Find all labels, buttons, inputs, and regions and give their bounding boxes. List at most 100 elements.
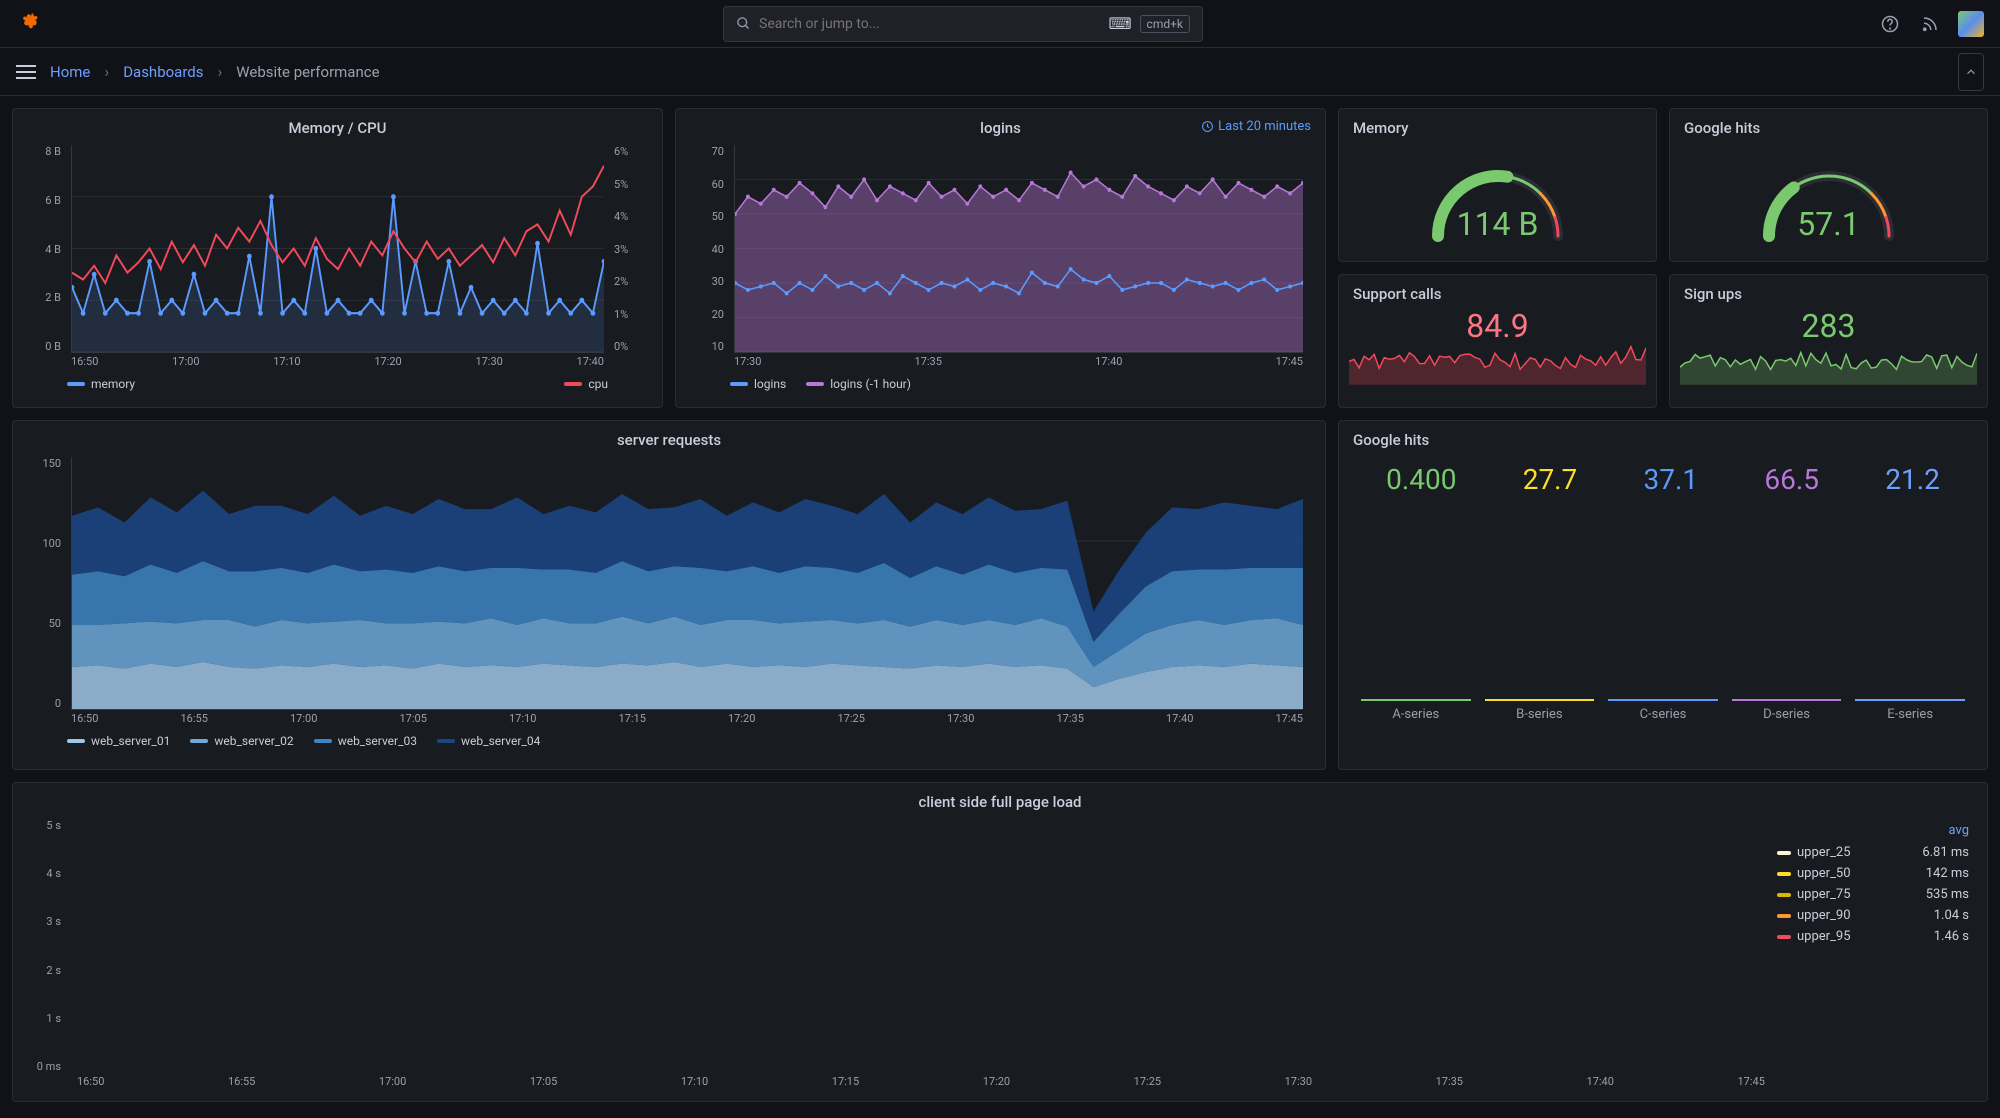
legend-web_server_01[interactable]: web_server_01 (67, 734, 170, 748)
legend-web_server_02[interactable]: web_server_02 (190, 734, 293, 748)
dashboard-grid: Memory / CPU 8 B6 B4 B2 B0 B 6%5%4%3%2%1… (0, 96, 2000, 1114)
bar-value-row: 0.400 27.7 37.1 66.5 21.2 (1353, 463, 1973, 496)
crumb-current: Website performance (236, 63, 379, 81)
legend-header: avg (1893, 819, 1973, 842)
sparkline (1349, 345, 1646, 385)
stat-value: 283 (1680, 307, 1977, 345)
clock-icon (1201, 120, 1214, 133)
bar-column: A-series (1361, 699, 1471, 722)
avatar[interactable] (1958, 11, 1984, 37)
panel-support-calls[interactable]: Support calls 84.9 (1338, 274, 1657, 408)
bar-value: 66.5 (1764, 463, 1819, 496)
navbar: Home › Dashboards › Website performance (0, 48, 2000, 96)
collapse-button[interactable] (1958, 53, 1984, 91)
panel-googlehits-bars[interactable]: Google hits 0.40027.737.166.521.2 A-seri… (1338, 420, 1988, 770)
search-box[interactable]: ⌨ cmd+k (723, 6, 1203, 42)
topbar: ⌨ cmd+k (0, 0, 2000, 48)
gauge-value: 114 B (1349, 205, 1646, 243)
legend-row[interactable]: upper_901.04 s (1773, 905, 1973, 926)
bar-value: 37.1 (1644, 463, 1699, 496)
legend-memory[interactable]: memory (67, 377, 135, 391)
news-icon[interactable] (1918, 12, 1942, 36)
bar (1608, 699, 1718, 701)
bar-label: D-series (1763, 707, 1810, 722)
bar-column: B-series (1485, 699, 1595, 722)
bar (1485, 699, 1595, 701)
legend-label: logins (754, 377, 786, 391)
legend-label: cpu (588, 377, 608, 391)
panel-title: Support calls (1349, 285, 1646, 307)
chart-body: 150100500 16:5016:5517:0017:0517:1017:15… (27, 457, 1311, 730)
bar (1361, 699, 1471, 701)
legend-web_server_03[interactable]: web_server_03 (314, 734, 417, 748)
panel-title: Memory (1349, 119, 1646, 141)
menu-toggle-icon[interactable] (16, 65, 36, 79)
legend: logins logins (-1 hour) (690, 377, 1311, 391)
panel-page-load[interactable]: client side full page load 5 s4 s3 s2 s1… (12, 782, 1988, 1102)
x-axis: 16:5016:5517:0017:0517:1017:1517:2017:25… (77, 1075, 1765, 1093)
crumb-separator: › (104, 62, 109, 81)
legend-logins-1h[interactable]: logins (-1 hour) (806, 377, 911, 391)
bar-label: C-series (1640, 707, 1687, 722)
stat-value: 84.9 (1349, 307, 1646, 345)
gauge: 57.1 (1680, 141, 1977, 251)
panel-sign-ups[interactable]: Sign ups 283 (1669, 274, 1988, 408)
y-axis-left: 70605040302010 (690, 145, 730, 353)
legend-row[interactable]: upper_75535 ms (1773, 884, 1973, 905)
y-axis-left: 5 s4 s3 s2 s1 s0 ms (27, 819, 67, 1073)
legend-label: logins (-1 hour) (830, 377, 911, 391)
panel-server-requests[interactable]: server requests 150100500 16:5016:5517:0… (12, 420, 1326, 770)
chart-body: 5 s4 s3 s2 s1 s0 ms 16:5016:5517:0017:05… (27, 819, 1973, 1093)
bar-chart: A-series B-series C-series D-series E-series (1353, 502, 1973, 722)
crumb-separator: › (217, 62, 222, 81)
grafana-logo[interactable] (16, 8, 48, 40)
legend-logins[interactable]: logins (730, 377, 786, 391)
search-input[interactable] (759, 16, 1100, 32)
stacked-bars (77, 819, 1765, 1073)
panel-logins[interactable]: logins Last 20 minutes 70605040302010 17… (675, 108, 1326, 408)
plot-area (734, 145, 1303, 353)
bar-column: E-series (1855, 699, 1965, 722)
panel-title: Sign ups (1680, 285, 1977, 307)
plot-area (71, 457, 1303, 710)
search-icon (736, 16, 751, 31)
search-container: ⌨ cmd+k (48, 6, 1878, 42)
bar-value: 21.2 (1885, 463, 1940, 496)
legend-table: avg upper_256.81 msupper_50142 msupper_7… (1773, 819, 1973, 1093)
legend-cpu[interactable]: cpu (564, 377, 608, 391)
panel-gauge-memory[interactable]: Memory 114 B (1338, 108, 1657, 262)
bar (1732, 699, 1842, 701)
panel-gauge-googlehits[interactable]: Google hits 57.1 (1669, 108, 1988, 262)
crumb-dashboards[interactable]: Dashboards (123, 63, 203, 81)
bar-value: 27.7 (1523, 463, 1578, 496)
x-axis: 16:5017:0017:1017:2017:3017:40 (71, 355, 604, 373)
legend-row[interactable]: upper_951.46 s (1773, 926, 1973, 947)
keyboard-icon: ⌨ (1108, 14, 1131, 33)
shortcut-hint: cmd+k (1140, 15, 1190, 33)
chevron-up-icon (1964, 65, 1978, 79)
help-icon[interactable] (1878, 12, 1902, 36)
x-axis: 17:3017:3517:4017:45 (734, 355, 1303, 373)
crumb-home[interactable]: Home (50, 63, 90, 81)
panel-memory-cpu[interactable]: Memory / CPU 8 B6 B4 B2 B0 B 6%5%4%3%2%1… (12, 108, 663, 408)
x-axis: 16:5016:5517:0017:0517:1017:1517:2017:25… (71, 712, 1303, 730)
chart-body: 8 B6 B4 B2 B0 B 6%5%4%3%2%1%0% 16:5017:0… (27, 145, 648, 373)
chart-body: 70605040302010 17:3017:3517:4017:45 (690, 145, 1311, 373)
legend-web_server_04[interactable]: web_server_04 (437, 734, 540, 748)
time-range-label: Last 20 minutes (1218, 119, 1311, 134)
legend-row[interactable]: upper_256.81 ms (1773, 842, 1973, 863)
gauge: 114 B (1349, 141, 1646, 251)
bar-label: B-series (1516, 707, 1562, 722)
y-axis-right: 6%5%4%3%2%1%0% (608, 145, 648, 353)
bar (1855, 699, 1965, 701)
legend-row[interactable]: upper_50142 ms (1773, 863, 1973, 884)
bar-label: E-series (1887, 707, 1933, 722)
bar-label: A-series (1392, 707, 1439, 722)
gauge-value: 57.1 (1680, 205, 1977, 243)
stats-grid: Memory 114 B Google hits 57.1 Support ca… (1338, 108, 1988, 408)
legend-label: memory (91, 377, 135, 391)
legend: memory cpu (27, 377, 648, 391)
bar-value: 0.400 (1386, 463, 1456, 496)
time-range-badge[interactable]: Last 20 minutes (1201, 119, 1311, 134)
panel-title: Memory / CPU (27, 119, 648, 137)
